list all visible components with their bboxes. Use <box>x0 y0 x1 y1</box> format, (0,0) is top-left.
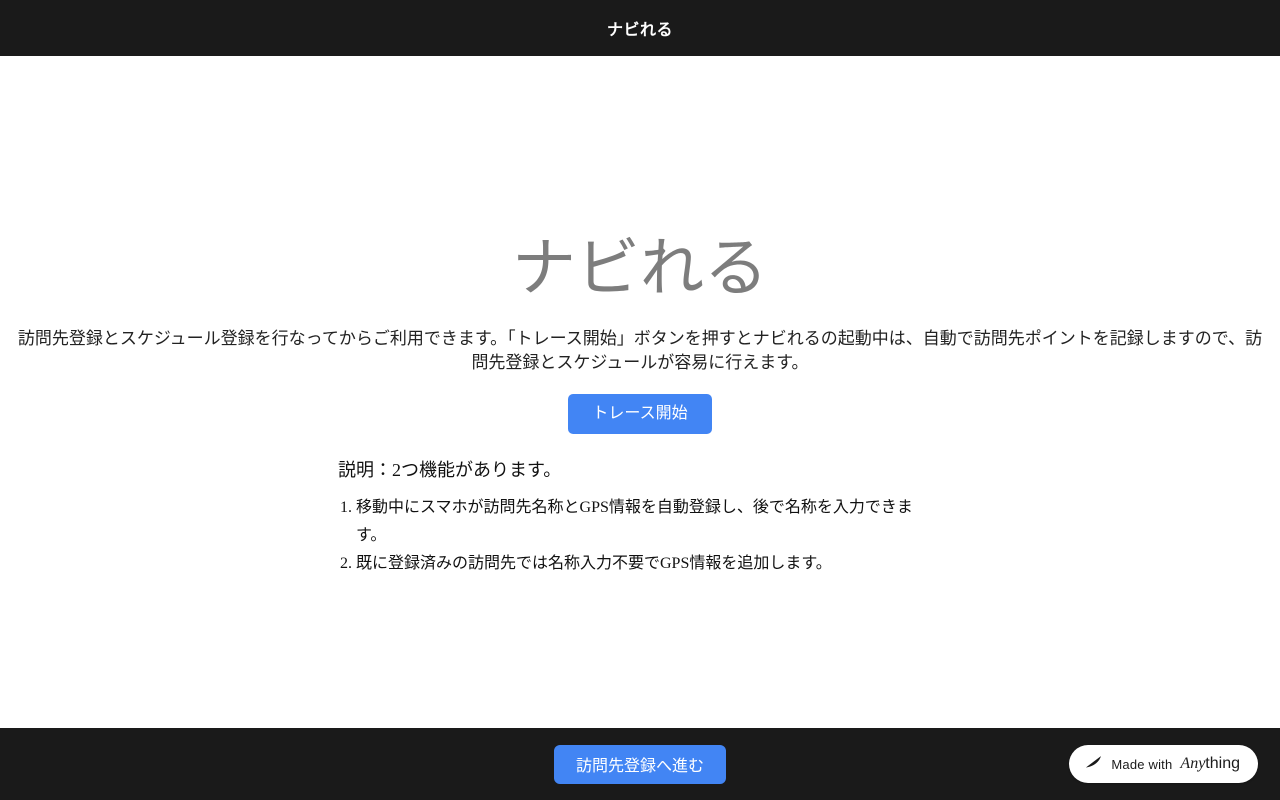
explanation-list-item: 移動中にスマホが訪問先名称とGPS情報を自動登録し、後で名称を入力できます。 <box>356 494 942 550</box>
anything-logo-icon <box>1083 754 1103 774</box>
app-header: ナビれる <box>0 0 1280 56</box>
main-content: ナビれる 訪問先登録とスケジュール登録を行なってからご利用できます。「トレース開… <box>0 56 1280 728</box>
page-title: ナビれる <box>512 232 768 304</box>
badge-brand-text: Any thing <box>1180 755 1240 773</box>
badge-brand-rest: thing <box>1205 755 1240 772</box>
explanation-section: 説明：2つ機能があります。 移動中にスマホが訪問先名称とGPS情報を自動登録し、… <box>338 460 942 579</box>
app-header-title: ナビれる <box>606 22 673 39</box>
badge-prefix-text: Made with <box>1111 756 1173 772</box>
made-with-badge[interactable]: Made with Any thing <box>1069 745 1258 783</box>
proceed-to-registration-button[interactable]: 訪問先登録へ進む <box>553 744 726 784</box>
badge-brand-italic: Any <box>1180 755 1206 772</box>
explanation-heading: 説明：2つ機能があります。 <box>338 459 562 480</box>
hero-description: 訪問先登録とスケジュール登録を行なってからご利用できます。「トレース開始」ボタン… <box>17 328 1263 372</box>
explanation-list-item: 既に登録済みの訪問先では名称入力不要でGPS情報を追加します。 <box>356 550 942 578</box>
trace-start-button[interactable]: トレース開始 <box>568 393 712 434</box>
footer-bar: 訪問先登録へ進む Made with Any thing <box>0 728 1280 800</box>
explanation-list: 移動中にスマホが訪問先名称とGPS情報を自動登録し、後で名称を入力できます。 既… <box>338 494 942 578</box>
app-screen: ナビれる ナビれる 訪問先登録とスケジュール登録を行なってからご利用できます。「… <box>0 0 1280 800</box>
